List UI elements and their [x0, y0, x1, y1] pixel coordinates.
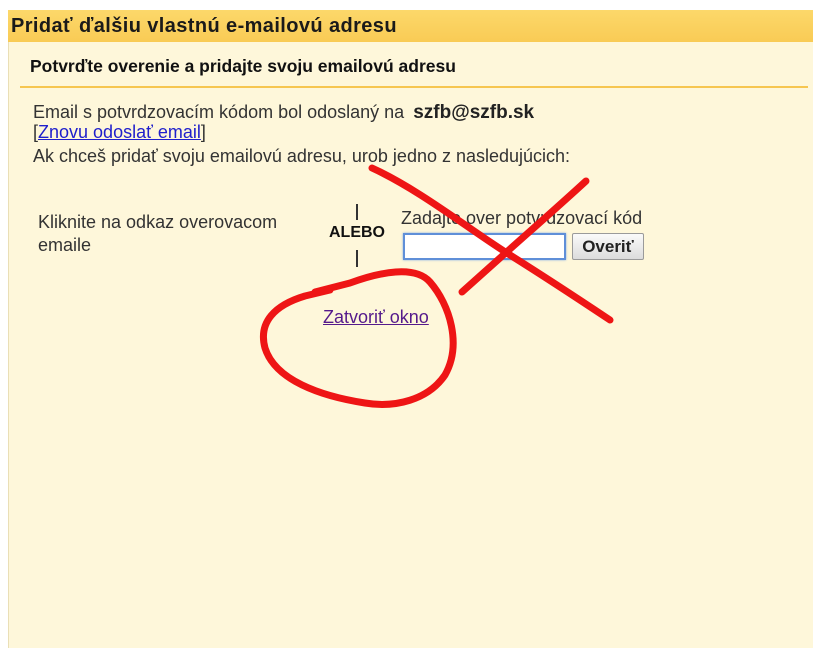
or-separator: ALEBO: [329, 224, 385, 241]
sent-message-text: Email s potvrdzovacím kódom bol odoslaný…: [33, 102, 405, 122]
click-option-line: emaile: [38, 235, 92, 255]
sent-email-address: szfb@szfb.sk: [413, 102, 535, 123]
section-divider: [20, 86, 808, 88]
resend-email-link[interactable]: Znovu odoslať email: [38, 122, 201, 142]
dialog-title: Pridať ďalšiu vlastnú e-mailovú adresu: [11, 15, 397, 37]
code-label: Zadajte over potvrdzovací kód: [401, 208, 643, 228]
click-option-line: Kliknite na odkaz overovacom: [38, 212, 278, 232]
close-window-link[interactable]: Zatvoriť okno: [323, 306, 429, 328]
dialog-header: Pridať ďalšiu vlastnú e-mailovú adresu: [8, 10, 813, 42]
instruction-text: Ak chceš pridať svoju emailovú adresu, u…: [33, 146, 571, 166]
resend-line: [Znovu odoslať email]: [33, 121, 206, 143]
click-link-option: Kliknite na odkaz overovacom emaile: [38, 211, 277, 257]
resend-bracket-close: ]: [200, 122, 206, 142]
or-separator-line-bottom: [356, 250, 358, 267]
add-email-dialog: Pridať ďalšiu vlastnú e-mailovú adresu P…: [0, 0, 813, 658]
section-subtitle: Potvrďte overenie a pridajte svoju email…: [30, 56, 456, 76]
verify-button[interactable]: Overiť: [572, 233, 644, 260]
verification-code-input[interactable]: [403, 233, 566, 260]
or-separator-line-top: [356, 204, 358, 220]
